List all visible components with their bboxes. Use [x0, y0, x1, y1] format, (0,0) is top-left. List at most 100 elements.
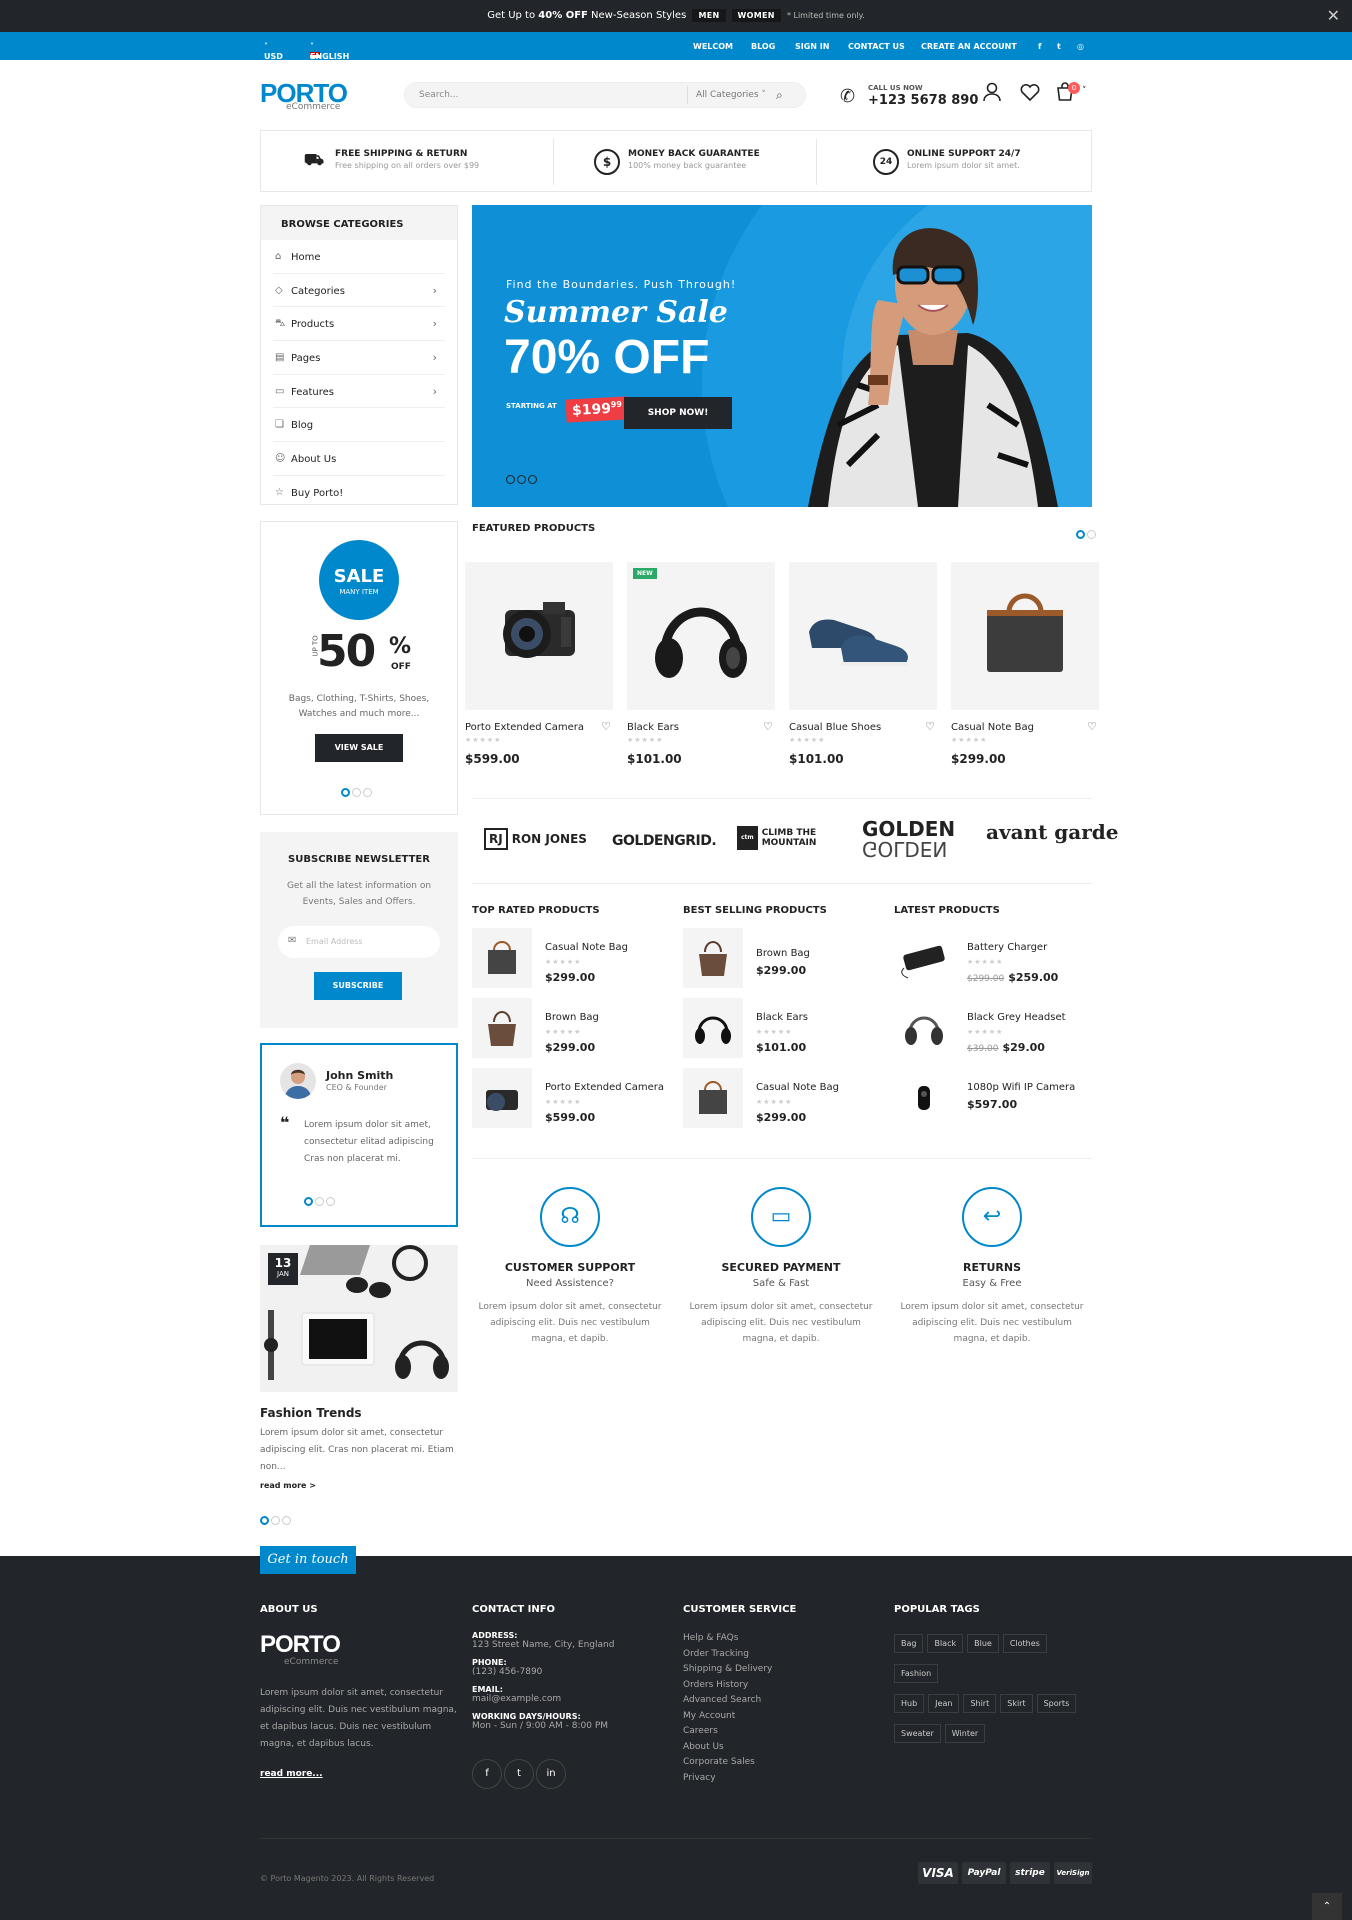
search-icon[interactable]: ⌕ [776, 88, 783, 103]
carousel-dot[interactable] [271, 1516, 280, 1525]
footer-link-about[interactable]: About Us [683, 1740, 883, 1756]
email-field[interactable]: ✉ Email Address [278, 926, 440, 958]
chevron-down-icon[interactable]: ˅ [1082, 86, 1087, 96]
footer-link-careers[interactable]: Careers [683, 1724, 883, 1740]
sidebar-item-about[interactable]: ☺ About Us [273, 442, 445, 476]
twitter-icon[interactable]: t [1057, 42, 1061, 51]
instagram-icon[interactable]: ◎ [1077, 42, 1084, 51]
product-card[interactable]: Casual Note Bag ♡ ★★★★★ $299.00 [951, 562, 1099, 766]
brand-avant-garde[interactable]: avant garde [986, 822, 1118, 842]
linkedin-icon[interactable]: in [536, 1759, 566, 1789]
product-thumb[interactable] [894, 928, 954, 988]
tag-link[interactable]: Fashion [894, 1664, 939, 1683]
product-thumb[interactable] [894, 1068, 954, 1128]
product-thumb[interactable] [683, 928, 743, 988]
list-item[interactable]: Casual Note Bag ★★★★★ $299.00 [683, 1068, 883, 1138]
blog-title[interactable]: Fashion Trends [260, 1406, 362, 1420]
footer-link-orders-history[interactable]: Orders History [683, 1678, 883, 1694]
carousel-dot[interactable] [315, 1197, 324, 1206]
tag-link[interactable]: Jean [928, 1694, 960, 1713]
sidebar-item-blog[interactable]: ❏ Blog [273, 408, 445, 443]
tag-link[interactable]: Sweater [894, 1724, 941, 1743]
product-name[interactable]: Porto Extended Camera [465, 722, 584, 733]
carousel-dot[interactable] [528, 475, 537, 484]
brand-goldengrid[interactable]: GOLDENGRID. [612, 833, 717, 849]
list-item-name[interactable]: 1080p Wifi IP Camera [967, 1082, 1075, 1093]
tag-link[interactable]: Bag [894, 1634, 924, 1653]
sidebar-item-features[interactable]: ▭ Features › [273, 375, 445, 409]
product-image[interactable] [789, 562, 937, 710]
brand-golden[interactable]: GOLDEN GOLDEN [862, 819, 955, 861]
user-icon[interactable] [982, 82, 1002, 107]
product-card[interactable]: Casual Blue Shoes ♡ ★★★★★ $101.00 [789, 562, 937, 766]
product-thumb[interactable] [683, 1068, 743, 1128]
list-item[interactable]: Casual Note Bag ★★★★★ $299.00 [472, 928, 672, 998]
product-name[interactable]: Black Ears [627, 722, 679, 733]
search-input[interactable]: Search... [419, 90, 459, 100]
product-image[interactable] [465, 562, 613, 710]
women-chip[interactable]: WOMEN [731, 9, 781, 22]
wishlist-icon[interactable] [1020, 82, 1040, 107]
blog-read-more-link[interactable]: read more > [260, 1481, 316, 1490]
tag-link[interactable]: Clothes [1002, 1634, 1047, 1653]
carousel-dot[interactable] [1087, 530, 1096, 539]
footer-link-order-tracking[interactable]: Order Tracking [683, 1647, 883, 1663]
carousel-dot[interactable] [517, 475, 526, 484]
tag-link[interactable]: Blue [967, 1634, 999, 1653]
list-item[interactable]: 1080p Wifi IP Camera $597.00 [894, 1068, 1094, 1138]
product-name[interactable]: Casual Note Bag [951, 722, 1034, 733]
footer-logo[interactable]: PORTO [260, 1631, 460, 1659]
footer-link-advanced-search[interactable]: Advanced Search [683, 1693, 883, 1709]
list-item-name[interactable]: Battery Charger [967, 942, 1047, 953]
footer-link-corporate-sales[interactable]: Corporate Sales [683, 1755, 883, 1771]
brand-climb-the-mountain[interactable]: ctm CLIMB THE MOUNTAIN [737, 826, 824, 850]
carousel-dot[interactable] [352, 788, 361, 797]
list-item[interactable]: Battery Charger ★★★★★ $299.00 $259.00 [894, 928, 1094, 998]
footer-link-help[interactable]: Help & FAQs [683, 1631, 883, 1647]
carousel-dot[interactable] [363, 788, 372, 797]
product-thumb[interactable] [472, 998, 532, 1058]
carousel-dot[interactable] [304, 1197, 313, 1206]
product-image[interactable] [951, 562, 1099, 710]
heart-icon[interactable]: ♡ [763, 720, 773, 733]
list-item-name[interactable]: Porto Extended Camera [545, 1082, 664, 1093]
footer-read-more-link[interactable]: read more... [260, 1769, 460, 1779]
subscribe-button[interactable]: SUBSCRIBE [314, 972, 402, 1000]
sidebar-item-home[interactable]: ⌂ Home [273, 240, 445, 274]
product-image[interactable]: NEW [627, 562, 775, 710]
product-thumb[interactable] [472, 928, 532, 988]
sidebar-item-buy-porto[interactable]: ☆ Buy Porto! [273, 476, 445, 510]
list-item-name[interactable]: Casual Note Bag [756, 1082, 839, 1093]
list-item-name[interactable]: Black Grey Headset [967, 1012, 1066, 1023]
product-card[interactable]: Porto Extended Camera ♡ ★★★★★ $599.00 [465, 562, 613, 766]
product-thumb[interactable] [683, 998, 743, 1058]
product-card[interactable]: NEW Black Ears ♡ ★★★★★ $101.00 [627, 562, 775, 766]
heart-icon[interactable]: ♡ [925, 720, 935, 733]
product-name[interactable]: Casual Blue Shoes [789, 722, 881, 733]
nav-link-blog[interactable]: BLOG [751, 42, 775, 51]
carousel-dot[interactable] [341, 788, 350, 797]
language-select[interactable]: ENGLISH ˅ [310, 42, 349, 61]
close-icon[interactable]: ✕ [1327, 6, 1340, 25]
heart-icon[interactable]: ♡ [601, 720, 611, 733]
sidebar-item-categories[interactable]: ◇ Categories › [273, 274, 445, 308]
tag-link[interactable]: Black [927, 1634, 964, 1653]
carousel-dot[interactable] [506, 475, 515, 484]
category-select[interactable]: All Categories ˅ [687, 86, 766, 104]
nav-link-welcome[interactable]: WELCOM [693, 42, 733, 51]
footer-link-shipping[interactable]: Shipping & Delivery [683, 1662, 883, 1678]
product-thumb[interactable] [472, 1068, 532, 1128]
carousel-dot[interactable] [282, 1516, 291, 1525]
list-item-name[interactable]: Black Ears [756, 1012, 808, 1023]
list-item-name[interactable]: Brown Bag [545, 1012, 599, 1023]
facebook-icon[interactable]: f [472, 1759, 502, 1789]
tag-link[interactable]: Skirt [1000, 1694, 1033, 1713]
brand-ron-jones[interactable]: RJ RON JONES [484, 828, 587, 850]
list-item-name[interactable]: Casual Note Bag [545, 942, 628, 953]
contact-phone[interactable]: (123) 456-7890 [472, 1667, 672, 1677]
facebook-icon[interactable]: f [1038, 42, 1041, 51]
blog-image[interactable]: 13 JAN [260, 1245, 458, 1392]
list-item[interactable]: Brown Bag ★★★★★ $299.00 [472, 998, 672, 1068]
list-item[interactable]: Black Ears ★★★★★ $101.00 [683, 998, 883, 1068]
tag-link[interactable]: Sports [1036, 1694, 1077, 1713]
